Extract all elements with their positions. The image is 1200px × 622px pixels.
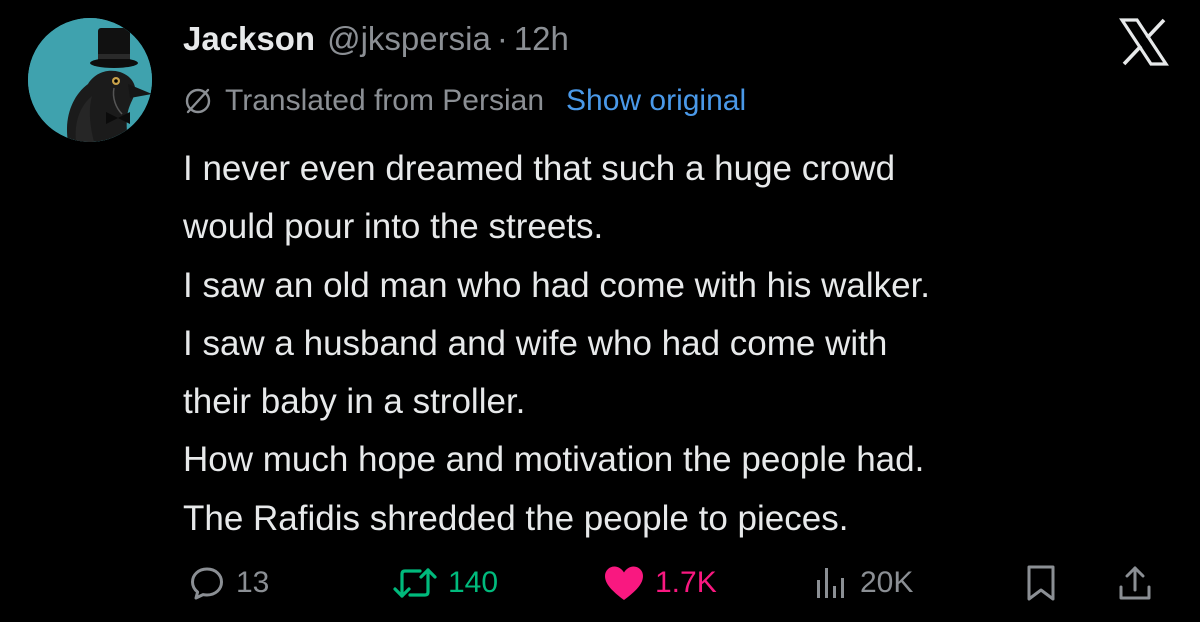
share-button[interactable] [1115, 555, 1155, 611]
header-separator: · [496, 20, 508, 57]
like-count: 1.7K [655, 566, 717, 599]
tweet-actions: 13 140 1.7K 20K [0, 555, 1200, 611]
tweet-text: I never even dreamed that such a huge cr… [183, 140, 1183, 548]
analytics-icon [817, 568, 844, 598]
tweet-text-line: The Rafidis shredded the people to piece… [183, 498, 849, 538]
author-name[interactable]: Jackson [183, 20, 315, 58]
tweet-card: Jackson @jkspersia · 12h Translated from… [0, 0, 1200, 622]
reply-icon [191, 567, 223, 600]
translation-bar: Translated from Persian Show original [183, 80, 746, 122]
tweet-text-line: I saw a husband and wife who had come wi… [183, 323, 888, 363]
tweet-text-line: I saw an old man who had come with his w… [183, 265, 931, 305]
repost-icon [393, 568, 437, 598]
x-logo-icon[interactable] [1118, 16, 1170, 68]
bookmark-button[interactable] [1024, 555, 1058, 611]
tweet-text-line: How much hope and motivation the people … [183, 440, 925, 480]
translated-label: Translated from Persian [225, 84, 545, 117]
tweet-text-line: would pour into the streets. [183, 207, 604, 247]
translate-globe-icon [185, 88, 211, 114]
crow-avatar-icon [28, 18, 152, 142]
tweet-text-line: their baby in a stroller. [183, 382, 526, 422]
repost-count: 140 [448, 566, 499, 599]
bookmark-icon [1027, 565, 1055, 601]
heart-icon [605, 566, 643, 600]
tweet-timestamp[interactable]: 12h [514, 20, 569, 58]
tweet-header: Jackson @jkspersia · 12h [183, 20, 569, 64]
author-handle[interactable]: @jkspersia [327, 20, 491, 58]
show-original-link[interactable]: Show original [566, 84, 746, 118]
avatar[interactable] [28, 18, 152, 142]
reply-count: 13 [236, 566, 270, 599]
views-button[interactable]: 20K [812, 555, 913, 611]
repost-button[interactable]: 140 [392, 555, 498, 611]
views-count: 20K [860, 566, 914, 599]
like-button[interactable]: 1.7K [603, 555, 717, 611]
tweet-text-line: I never even dreamed that such a huge cr… [183, 149, 896, 188]
share-icon [1119, 566, 1151, 600]
reply-button[interactable]: 13 [188, 555, 269, 611]
